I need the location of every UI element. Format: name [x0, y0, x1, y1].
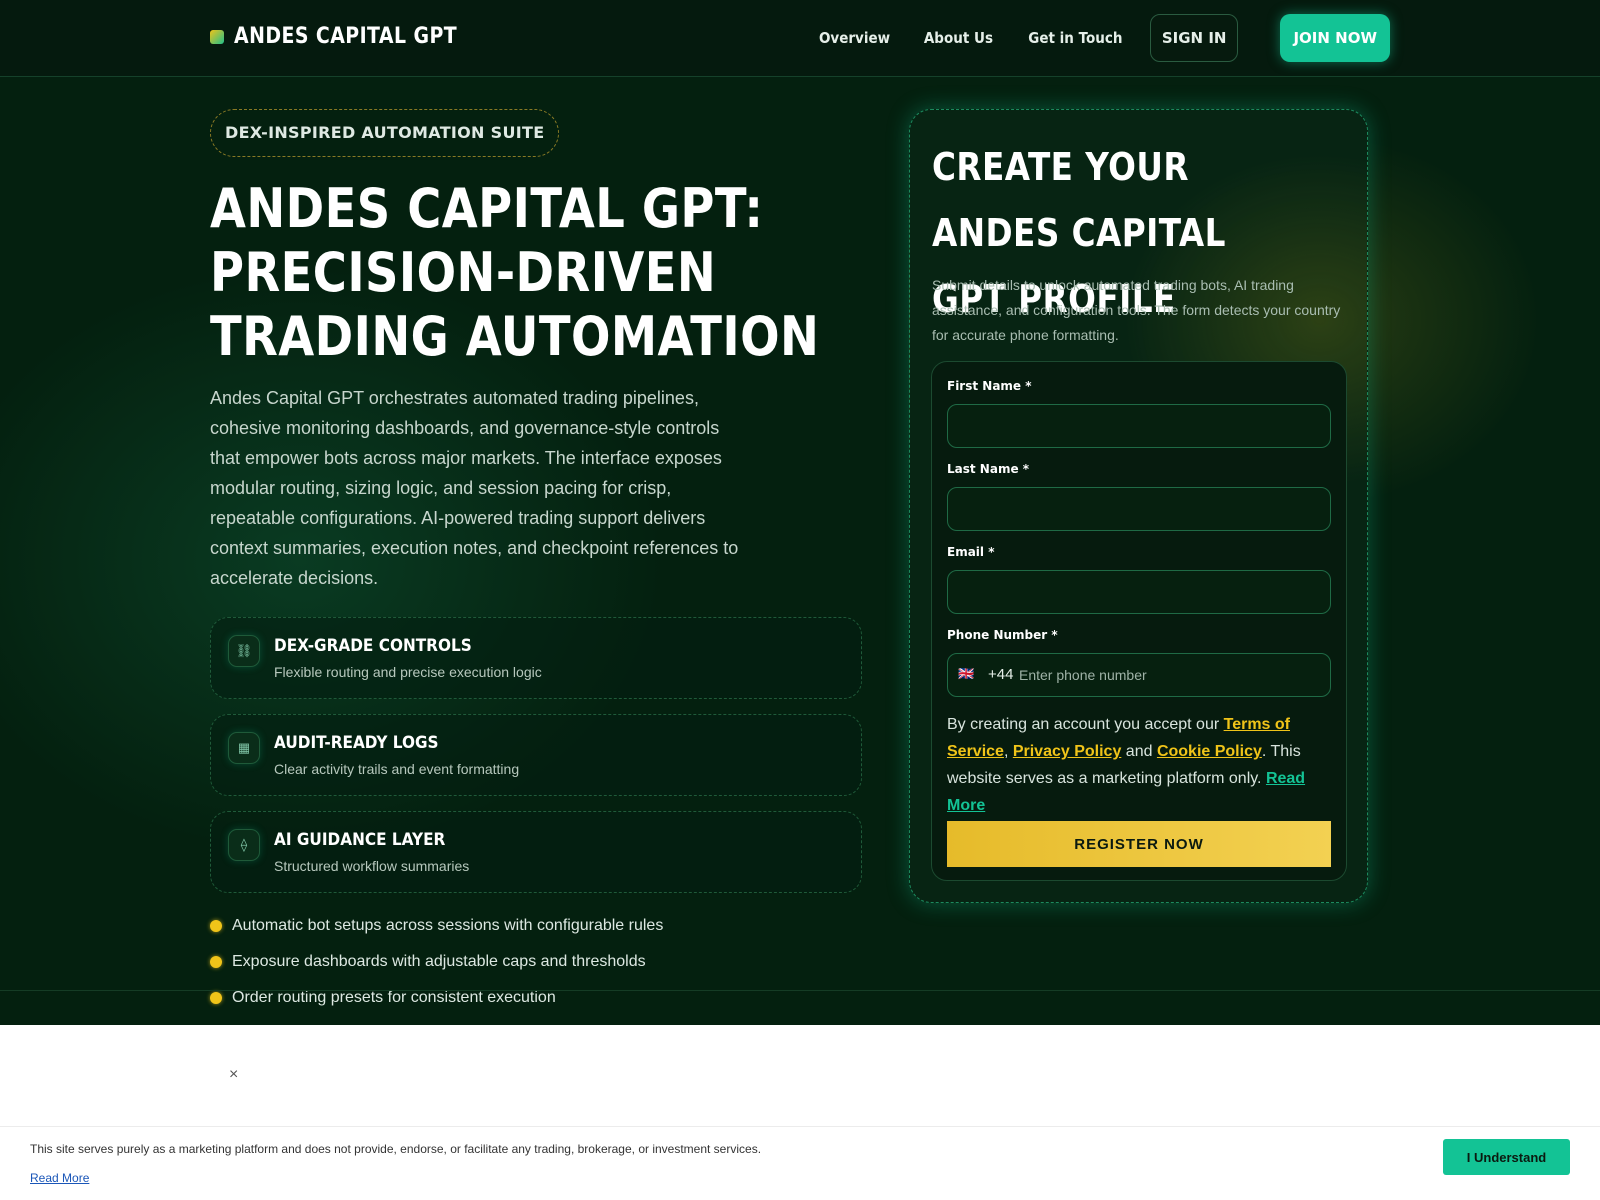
feature-subtitle: Clear activity trails and event formatti…: [274, 761, 520, 777]
phone-placeholder: Enter phone number: [1019, 667, 1147, 683]
feature-subtitle: Flexible routing and precise execution l…: [274, 664, 542, 680]
brand-name: ANDES CAPITAL GPT: [234, 24, 458, 49]
grid-icon: ▦: [228, 732, 260, 764]
feature-card: ▦ AUDIT-READY LOGS Clear activity trails…: [210, 714, 862, 796]
email-label: Email *: [947, 545, 995, 559]
hero-description: Andes Capital GPT orchestrates automated…: [210, 388, 739, 588]
bullet-text: Order routing presets for consistent exe…: [232, 989, 556, 1006]
phone-input[interactable]: 🇬🇧 +44 Enter phone number: [947, 653, 1331, 697]
cookie-banner: This site serves purely as a marketing p…: [0, 1126, 1600, 1200]
form-description: Submit details to unlock automated tradi…: [932, 277, 1341, 343]
cookie-read-more-link[interactable]: Read More: [30, 1171, 89, 1185]
nav-get-in-touch[interactable]: Get in Touch: [1028, 29, 1122, 47]
sign-in-button[interactable]: SIGN IN: [1149, 14, 1239, 62]
signup-card: CREATE YOUR ANDES CAPITAL GPT PROFILE Su…: [909, 109, 1368, 903]
bullet-dot-icon: [210, 920, 222, 932]
privacy-link[interactable]: Privacy Policy: [1013, 743, 1122, 760]
list-item: Exposure dashboards with adjustable caps…: [210, 944, 862, 980]
feature-subtitle: Structured workflow summaries: [274, 858, 470, 874]
close-icon[interactable]: ×: [229, 1066, 238, 1084]
bullet-list: Automatic bot setups across sessions wit…: [210, 908, 862, 1016]
hero-title: ANDES CAPITAL GPT: PRECISION-DRIVEN TRAD…: [210, 177, 820, 368]
list-item: Automatic bot setups across sessions wit…: [210, 908, 862, 944]
hero-content: DEX-INSPIRED AUTOMATION SUITE ANDES CAPI…: [210, 109, 862, 1016]
register-button[interactable]: REGISTER NOW: [947, 821, 1331, 867]
legal-comma: ,: [1003, 743, 1013, 760]
hero-divider: [0, 990, 1600, 991]
feature-list: ⛓ DEX-GRADE CONTROLS Flexible routing an…: [210, 617, 862, 893]
email-input[interactable]: [947, 570, 1331, 614]
bullet-dot-icon: [210, 956, 222, 968]
bullet-text: Exposure dashboards with adjustable caps…: [232, 953, 646, 970]
feature-title: AUDIT-READY LOGS: [274, 733, 439, 753]
diamond-icon: ⟠: [228, 829, 260, 861]
logo-icon: [210, 29, 224, 44]
first-name-input[interactable]: [947, 404, 1331, 448]
hero-pill-badge: DEX-INSPIRED AUTOMATION SUITE: [210, 109, 560, 157]
nav-overview[interactable]: Overview: [819, 29, 890, 47]
site-header: ANDES CAPITAL GPT Overview About Us Get …: [0, 0, 1600, 77]
bullet-text: Automatic bot setups across sessions wit…: [232, 917, 664, 934]
feature-title: AI GUIDANCE LAYER: [274, 830, 446, 850]
main-nav: Overview About Us Get in Touch SIGN IN J…: [815, 14, 1390, 62]
i-understand-button[interactable]: I Understand: [1443, 1139, 1570, 1175]
uk-flag-icon[interactable]: 🇬🇧: [958, 666, 974, 682]
feature-card: ⟠ AI GUIDANCE LAYER Structured workflow …: [210, 811, 862, 893]
last-name-input[interactable]: [947, 487, 1331, 531]
phone-label: Phone Number *: [947, 628, 1058, 642]
legal-and: and: [1121, 743, 1157, 760]
first-name-label: First Name *: [947, 379, 1032, 393]
cookie-policy-link[interactable]: Cookie Policy: [1157, 743, 1262, 760]
feature-card: ⛓ DEX-GRADE CONTROLS Flexible routing an…: [210, 617, 862, 699]
nav-about-us[interactable]: About Us: [924, 29, 993, 47]
bullet-dot-icon: [210, 992, 222, 1004]
feature-title: DEX-GRADE CONTROLS: [274, 636, 472, 656]
phone-country-code[interactable]: +44: [988, 666, 1013, 683]
signup-form: First Name * Last Name * Email * Phone N…: [931, 361, 1347, 881]
cookie-text: This site serves purely as a marketing p…: [30, 1142, 762, 1156]
link-icon: ⛓: [228, 635, 260, 667]
last-name-label: Last Name *: [947, 462, 1030, 476]
brand-logo[interactable]: ANDES CAPITAL GPT: [210, 24, 493, 49]
legal-prefix: By creating an account you accept our: [947, 716, 1224, 733]
join-now-button[interactable]: JOIN NOW: [1280, 14, 1390, 62]
legal-text: By creating an account you accept our Te…: [947, 711, 1337, 819]
list-item: Order routing presets for consistent exe…: [210, 980, 862, 1016]
